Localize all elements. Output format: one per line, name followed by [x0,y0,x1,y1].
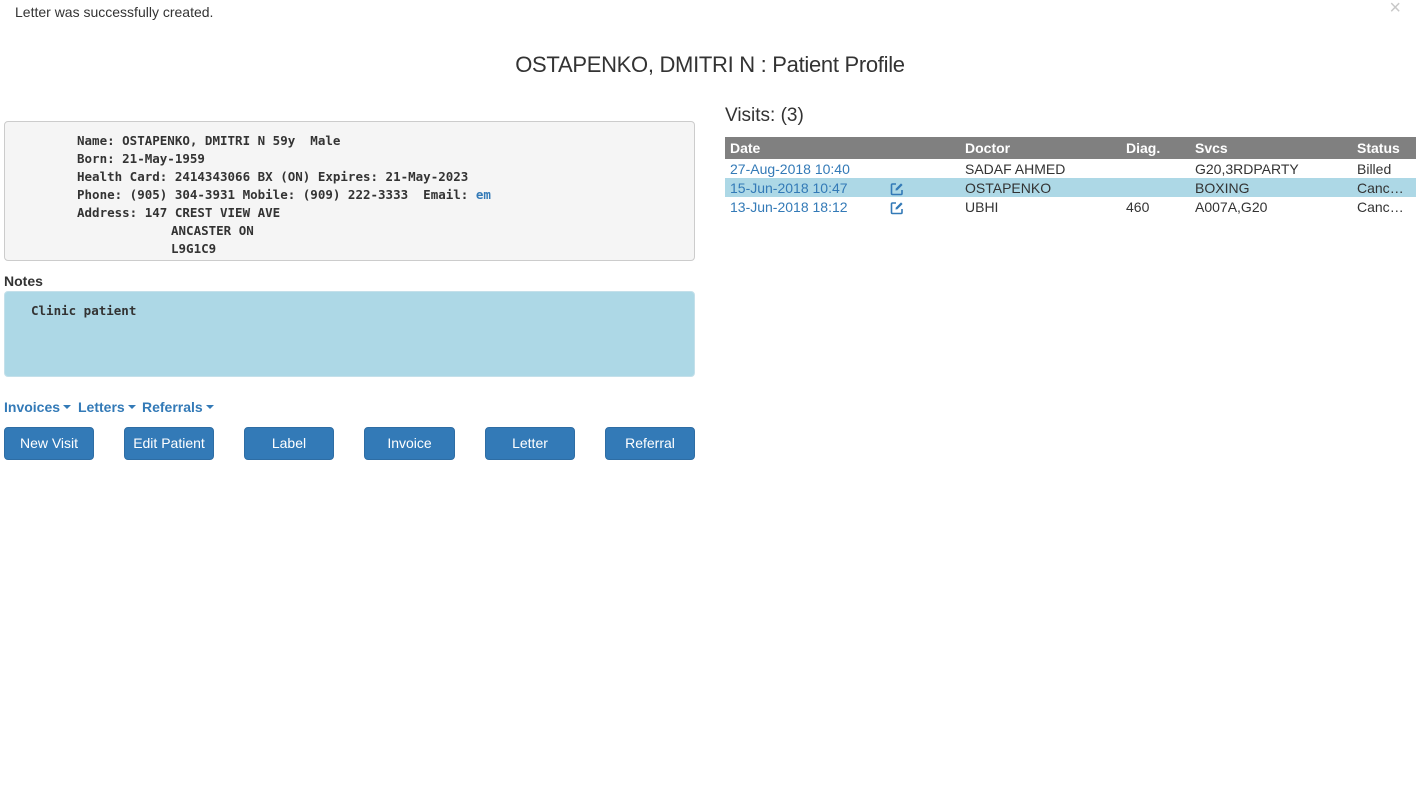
visits-header-row: Date Doctor Diag. Svcs Status [725,137,1416,159]
notes-text: Clinic patient [31,303,137,318]
patient-postal: L9G1C9 [171,241,217,256]
edit-icon[interactable] [890,182,904,196]
visit-svcs: A007A,G20 [1195,198,1268,215]
letters-menu[interactable]: Letters [78,399,136,415]
invoice-button[interactable]: Invoice [364,427,455,460]
visits-table: Date Doctor Diag. Svcs Status 27-Aug-201… [725,137,1416,216]
visit-doctor: OSTAPENKO [960,178,1121,197]
notes-box: Clinic patient [4,291,695,377]
visit-status: Billed [1357,160,1392,177]
col-header-svcs[interactable]: Svcs [1190,137,1352,159]
caret-down-icon [127,405,136,410]
visit-svcs: G20,3RDPARTY [1195,160,1299,177]
alert-message: Letter was successfully created. [15,4,214,20]
visits-body: 27-Aug-2018 10:40 SADAF AHMED G20,3RDPARTY… [725,159,1416,216]
patient-name: Name: OSTAPENKO, DMITRI N 59y Male [77,133,341,148]
referrals-menu[interactable]: Referrals [142,399,214,415]
visit-diag [1121,159,1190,178]
invoices-menu[interactable]: Invoices [4,399,72,415]
visit-doctor: UBHI [965,198,999,215]
referrals-menu-label: Referrals [142,399,203,415]
visit-row[interactable]: 15-Jun-2018 10:47 OSTAPENKO BOXING Cancelle… [725,178,1416,197]
visit-diag [1121,178,1190,197]
visit-doctor: SADAF AHMED [965,160,1066,177]
phone-text: Phone: (905) 304-3931 Mobile: (909) 222-… [77,187,476,202]
patient-city: ANCASTER ON [171,223,254,238]
edit-icon[interactable] [890,201,904,215]
visit-edit-cell [885,159,960,178]
visit-edit-cell [885,178,960,197]
visit-date-link[interactable]: 27-Aug-2018 10:40 [725,159,885,178]
patient-phone: Phone: (905) 304-3931 Mobile: (909) 222-… [77,186,491,204]
visit-date-link[interactable]: 15-Jun-2018 10:47 [725,178,885,197]
email-link[interactable]: em [476,187,491,202]
close-icon[interactable]: × [1389,0,1401,18]
visits-heading: Visits: (3) [725,105,804,126]
visit-edit-cell [885,197,960,216]
visit-diag: 460 [1126,198,1150,215]
invoices-menu-label: Invoices [4,399,61,415]
col-header-edit [885,137,960,159]
letter-button[interactable]: Letter [485,427,575,460]
visit-svcs: BOXING [1190,178,1352,197]
patient-born: Born: 21-May-1959 [77,151,205,166]
visit-status: Cancelled [1352,178,1416,197]
letters-menu-label: Letters [78,399,125,415]
visit-status: Cancelled [1357,198,1416,215]
patient-health-card: Health Card: 2414343066 BX (ON) Expires:… [77,169,469,184]
demographics-panel: Name: OSTAPENKO, DMITRI N 59y Male Born:… [4,121,695,261]
visit-row[interactable]: 13-Jun-2018 18:12 UBHI 460 A007A,G20 Cancell… [725,197,1416,216]
col-header-date[interactable]: Date [725,137,885,159]
new-visit-button[interactable]: New Visit [4,427,94,460]
col-header-diag[interactable]: Diag. [1121,137,1190,159]
referral-button[interactable]: Referral [605,427,695,460]
caret-down-icon [63,405,72,410]
page-title: OSTAPENKO, DMITRI N : Patient Profile [515,52,905,77]
col-header-status[interactable]: Status [1352,137,1416,159]
edit-patient-button[interactable]: Edit Patient [124,427,214,460]
label-button[interactable]: Label [244,427,334,460]
notes-label: Notes [4,273,43,289]
success-alert: Letter was successfully created. × [0,0,1417,26]
patient-address: Address: 147 CREST VIEW AVE [77,205,281,220]
caret-down-icon [205,405,214,410]
visit-row[interactable]: 27-Aug-2018 10:40 SADAF AHMED G20,3RDPARTY… [725,159,1416,178]
visit-date-link[interactable]: 13-Jun-2018 18:12 [725,197,885,216]
col-header-doctor[interactable]: Doctor [960,137,1121,159]
